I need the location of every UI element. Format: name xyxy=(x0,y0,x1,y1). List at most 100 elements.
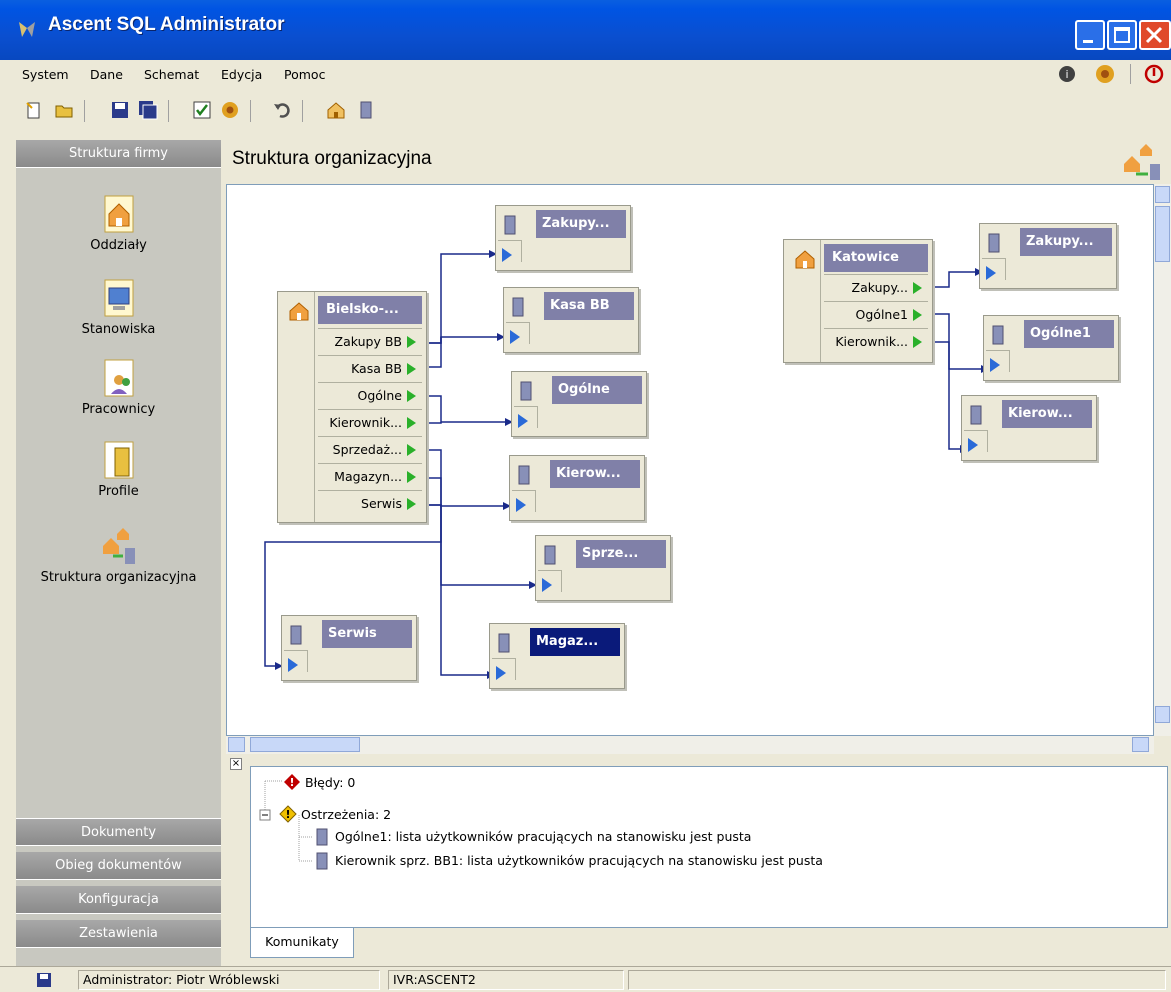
diagram-canvas[interactable]: Bielsko-... Zakupy BB Kasa BB Ogólne Kie… xyxy=(226,184,1154,736)
open-icon[interactable] xyxy=(54,100,74,120)
node-row[interactable]: Ogólne xyxy=(318,382,422,409)
child-node[interactable]: Zakupy... xyxy=(979,223,1117,289)
server-icon xyxy=(504,215,516,235)
gear-icon[interactable] xyxy=(220,100,240,120)
child-node[interactable]: Serwis xyxy=(281,615,417,681)
menu-pomoc[interactable]: Pomoc xyxy=(284,67,325,82)
sidebar-section-obieg[interactable]: Obieg dokumentów xyxy=(16,852,221,880)
node-title: Magaz... xyxy=(530,628,620,656)
child-node[interactable]: Ogólne xyxy=(511,371,647,437)
server-icon xyxy=(316,828,328,846)
window-title: Ascent SQL Administrator xyxy=(48,14,285,35)
maximize-button[interactable] xyxy=(1107,20,1137,50)
sidebar-section-konfiguracja[interactable]: Konfiguracja xyxy=(16,886,221,914)
play-icon[interactable] xyxy=(542,578,552,592)
play-icon[interactable] xyxy=(518,414,528,428)
title-bar: Ascent SQL Administrator xyxy=(0,0,1171,60)
sidebar-item-pracownicy[interactable]: Pracownicy xyxy=(16,358,221,417)
menu-bar: System Dane Schemat Edycja Pomoc i xyxy=(0,60,1171,88)
node-row[interactable]: Zakupy... xyxy=(824,274,928,301)
node-title: Zakupy... xyxy=(1020,228,1112,256)
node-row[interactable]: Kierownik... xyxy=(318,409,422,436)
employees-icon xyxy=(104,359,133,397)
sidebar-item-label: Oddziały xyxy=(90,238,147,253)
sidebar-item-stanowiska[interactable]: Stanowiska xyxy=(16,278,221,337)
scroll-thumb[interactable] xyxy=(250,737,360,752)
tab-komunikaty[interactable]: Komunikaty xyxy=(250,928,354,958)
child-node[interactable]: Sprze... xyxy=(535,535,671,601)
messages-tree[interactable]: ! Błędy: 0 ! Ostrzeżenia: 2 Ogólne1: lis… xyxy=(250,766,1168,928)
branch-house-icon xyxy=(104,195,133,233)
node-title: Ogólne1 xyxy=(1024,320,1114,348)
refresh-structure-icon[interactable] xyxy=(1120,140,1164,182)
sidebar-item-oddzialy[interactable]: Oddziały xyxy=(16,194,221,253)
node-row[interactable]: Ogólne1 xyxy=(824,301,928,328)
check-icon[interactable] xyxy=(192,100,212,120)
scroll-up-button[interactable] xyxy=(1155,186,1170,203)
scroll-down-button[interactable] xyxy=(1155,706,1170,723)
server-icon xyxy=(970,405,982,425)
scroll-thumb[interactable] xyxy=(1155,206,1170,262)
sidebar-section-dokumenty[interactable]: Dokumenty xyxy=(16,818,221,846)
status-empty xyxy=(628,970,1166,990)
sidebar-item-profile[interactable]: Profile xyxy=(16,440,221,499)
warning-icon: ! xyxy=(279,805,297,823)
close-panel-button[interactable]: × xyxy=(230,758,242,770)
sidebar-item-label: Stanowiska xyxy=(81,322,156,337)
settings-icon[interactable] xyxy=(1094,63,1116,85)
play-icon[interactable] xyxy=(516,498,526,512)
sidebar-section-zestawienia[interactable]: Zestawienia xyxy=(16,920,221,948)
menu-system[interactable]: System xyxy=(22,67,69,82)
node-row[interactable]: Magazyn... xyxy=(318,463,422,490)
info-icon[interactable]: i xyxy=(1058,65,1076,83)
new-icon[interactable] xyxy=(24,100,44,120)
node-title: Zakupy... xyxy=(536,210,626,238)
minimize-button[interactable] xyxy=(1075,20,1105,50)
house-icon xyxy=(795,250,815,269)
node-title: Kasa BB xyxy=(544,292,634,320)
scroll-right-button[interactable] xyxy=(1132,737,1149,752)
child-node[interactable]: Kasa BB xyxy=(503,287,639,353)
play-icon[interactable] xyxy=(510,330,520,344)
sidebar-header[interactable]: Struktura firmy xyxy=(16,140,221,168)
child-node[interactable]: Zakupy... xyxy=(495,205,631,271)
save-all-icon[interactable] xyxy=(138,100,158,120)
menu-edycja[interactable]: Edycja xyxy=(221,67,262,82)
child-node[interactable]: Kierow... xyxy=(509,455,645,521)
node-row[interactable]: Sprzedaż... xyxy=(318,436,422,463)
toolbar xyxy=(0,88,1171,134)
undo-icon[interactable] xyxy=(272,100,292,120)
house-icon[interactable] xyxy=(326,100,346,120)
node-row[interactable]: Serwis xyxy=(318,490,422,517)
node-row[interactable]: Zakupy BB xyxy=(318,328,422,355)
play-icon[interactable] xyxy=(986,266,996,280)
sidebar-item-struktura[interactable]: Struktura organizacyjna xyxy=(16,526,221,585)
play-icon[interactable] xyxy=(288,658,298,672)
status-bar: Administrator: Piotr Wróblewski IVR:ASCE… xyxy=(0,966,1171,992)
menu-dane[interactable]: Dane xyxy=(90,67,123,82)
save-icon[interactable] xyxy=(110,100,130,120)
server-icon[interactable] xyxy=(356,100,376,120)
play-icon[interactable] xyxy=(502,248,512,262)
play-icon[interactable] xyxy=(496,666,506,680)
power-icon[interactable] xyxy=(1144,64,1164,84)
child-node[interactable]: Ogólne1 xyxy=(983,315,1119,381)
scroll-left-button[interactable] xyxy=(228,737,245,752)
server-icon xyxy=(992,325,1004,345)
svg-text:!: ! xyxy=(285,808,290,821)
horizontal-scrollbar[interactable] xyxy=(226,736,1154,754)
status-user: Administrator: Piotr Wróblewski xyxy=(78,970,380,990)
error-icon: ! xyxy=(284,774,300,790)
node-katowice[interactable]: Katowice Zakupy... Ogólne1 Kierownik... xyxy=(783,239,933,363)
menu-schemat[interactable]: Schemat xyxy=(144,67,199,82)
node-title: Kierow... xyxy=(550,460,640,488)
play-icon[interactable] xyxy=(968,438,978,452)
vertical-scrollbar[interactable] xyxy=(1154,184,1171,736)
node-row[interactable]: Kasa BB xyxy=(318,355,422,382)
node-row[interactable]: Kierownik... xyxy=(824,328,928,355)
child-node-selected[interactable]: Magaz... xyxy=(489,623,625,689)
node-bielsko[interactable]: Bielsko-... Zakupy BB Kasa BB Ogólne Kie… xyxy=(277,291,427,523)
play-icon[interactable] xyxy=(990,358,1000,372)
close-button[interactable] xyxy=(1139,20,1171,50)
child-node[interactable]: Kierow... xyxy=(961,395,1097,461)
